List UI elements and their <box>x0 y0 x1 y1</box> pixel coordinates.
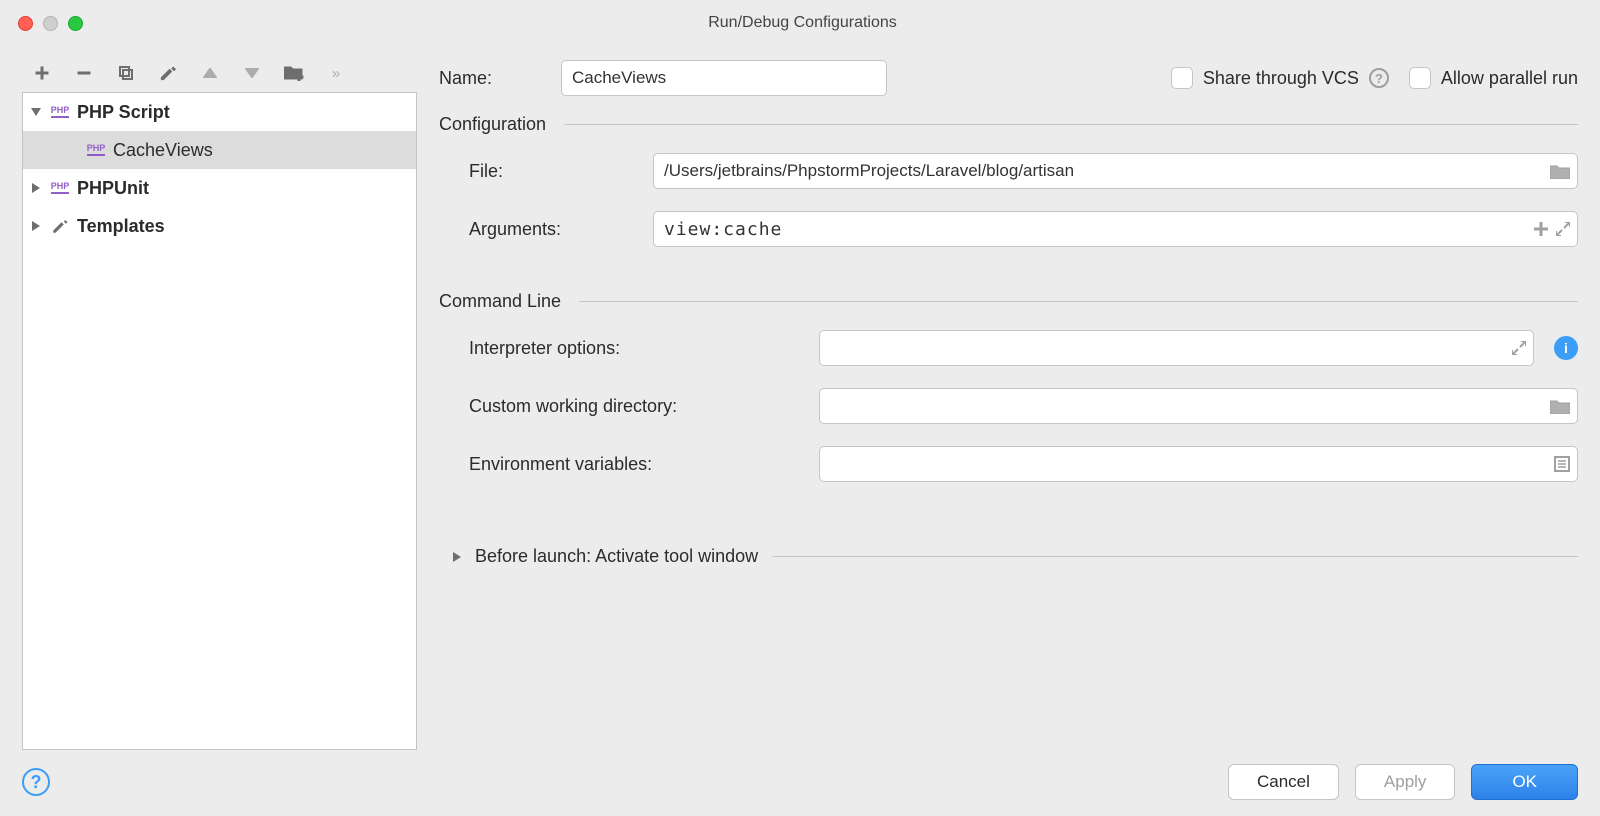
move-up-icon[interactable] <box>200 63 220 83</box>
tree-node-label: CacheViews <box>113 140 213 161</box>
chevron-right-icon <box>29 183 43 193</box>
share-vcs-checkbox[interactable] <box>1171 67 1193 89</box>
move-down-icon[interactable] <box>242 63 262 83</box>
cwd-input[interactable] <box>819 388 1578 424</box>
info-icon[interactable]: i <box>1554 336 1578 360</box>
share-vcs-label: Share through VCS <box>1203 68 1359 89</box>
wrench-icon <box>49 217 71 235</box>
env-label: Environment variables: <box>469 454 799 475</box>
arguments-input[interactable] <box>653 211 1578 247</box>
chevron-right-icon <box>29 221 43 231</box>
folder-add-icon[interactable] <box>284 63 304 83</box>
file-label: File: <box>469 161 633 182</box>
ok-button[interactable]: OK <box>1471 764 1578 800</box>
cancel-button[interactable]: Cancel <box>1228 764 1339 800</box>
window-title: Run/Debug Configurations <box>83 14 1522 32</box>
list-icon[interactable] <box>1554 456 1570 472</box>
help-button[interactable]: ? <box>22 768 50 796</box>
name-label: Name: <box>439 68 541 89</box>
expand-icon[interactable] <box>1512 341 1526 355</box>
php-file-icon: PHP <box>49 106 71 118</box>
tree-node-label: PHP Script <box>77 102 170 123</box>
interpreter-options-label: Interpreter options: <box>469 338 799 359</box>
php-file-icon: PHP <box>49 182 71 194</box>
browse-icon[interactable] <box>1550 163 1570 179</box>
copy-icon[interactable] <box>116 63 136 83</box>
section-configuration: Configuration <box>439 114 1578 135</box>
overflow-icon[interactable]: » <box>326 63 346 83</box>
browse-icon[interactable] <box>1550 398 1570 414</box>
expand-icon[interactable] <box>1556 222 1570 236</box>
add-icon[interactable] <box>32 63 52 83</box>
tree-node-phpunit[interactable]: PHP PHPUnit <box>23 169 416 207</box>
arguments-label: Arguments: <box>469 219 633 240</box>
allow-parallel-checkbox[interactable] <box>1409 67 1431 89</box>
plus-icon[interactable] <box>1534 222 1548 236</box>
title-bar: Run/Debug Configurations <box>0 0 1600 46</box>
tree-node-label: PHPUnit <box>77 178 149 199</box>
section-command-line: Command Line <box>439 291 1578 312</box>
close-window-button[interactable] <box>18 16 33 31</box>
help-icon[interactable]: ? <box>1369 68 1389 88</box>
remove-icon[interactable] <box>74 63 94 83</box>
before-launch-section[interactable]: Before launch: Activate tool window <box>439 546 1578 567</box>
apply-button[interactable]: Apply <box>1355 764 1456 800</box>
php-file-icon: PHP <box>85 144 107 156</box>
tree-node-php-script[interactable]: PHP PHP Script <box>23 93 416 131</box>
minimize-window-button[interactable] <box>43 16 58 31</box>
interpreter-options-input[interactable] <box>819 330 1534 366</box>
cwd-label: Custom working directory: <box>469 396 799 417</box>
tree-toolbar: » <box>22 58 417 92</box>
maximize-window-button[interactable] <box>68 16 83 31</box>
tree-node-templates[interactable]: Templates <box>23 207 416 245</box>
chevron-down-icon <box>29 108 43 116</box>
allow-parallel-label: Allow parallel run <box>1441 68 1578 89</box>
file-input[interactable] <box>653 153 1578 189</box>
config-tree[interactable]: PHP PHP Script PHP CacheViews PHP PHPUni… <box>22 92 417 750</box>
traffic-lights <box>18 16 83 31</box>
chevron-right-icon <box>453 552 461 562</box>
edit-icon[interactable] <box>158 63 178 83</box>
before-launch-label: Before launch: Activate tool window <box>475 546 758 567</box>
tree-node-cacheviews[interactable]: PHP CacheViews <box>23 131 416 169</box>
env-input[interactable] <box>819 446 1578 482</box>
tree-node-label: Templates <box>77 216 165 237</box>
name-input[interactable] <box>561 60 887 96</box>
